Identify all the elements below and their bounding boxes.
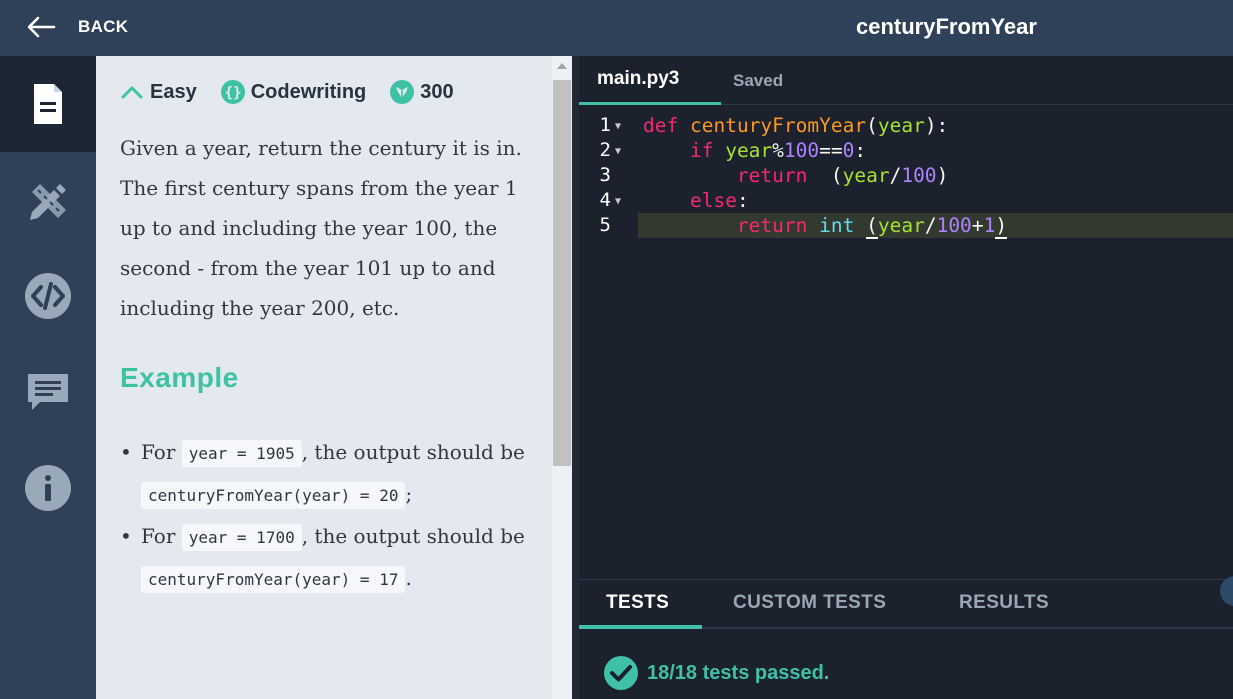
task-meta: Easy {} Codewriting 300 (120, 80, 454, 104)
panel-divider[interactable] (572, 56, 579, 699)
sidebar-item-code[interactable] (0, 248, 96, 344)
tab-results[interactable]: RESULTS (959, 592, 1049, 614)
tests-passed-suffix: tests passed. (702, 661, 830, 684)
line-gutter: 4 ▼ (579, 188, 635, 214)
difficulty-toggle[interactable]: Easy (120, 80, 197, 104)
chevron-up-icon (121, 86, 143, 99)
document-icon (34, 84, 62, 124)
code-area[interactable]: 1 ▼ def centuryFromYear(year): 2 ▼ if year… (579, 113, 1233, 239)
sidebar-item-info[interactable] (0, 440, 96, 536)
sidebar (0, 56, 96, 699)
sidebar-item-solutions[interactable] (0, 152, 96, 248)
tests-passed-count: 18/18 (647, 661, 698, 684)
example-prefix: For (141, 440, 176, 464)
back-button[interactable]: BACK (26, 12, 128, 42)
example-end: . (405, 566, 412, 590)
braces-icon: {} (220, 80, 245, 104)
pencil-ruler-icon (30, 184, 66, 220)
fold-arrow-icon[interactable]: ▼ (611, 139, 625, 164)
line-gutter: 2 ▼ (579, 138, 635, 164)
task-points: 300 (390, 80, 454, 104)
code-icon (25, 273, 71, 319)
example-input: year = 1700 (181, 524, 302, 551)
editor-tab-bar: main.py3 Saved (579, 56, 1233, 105)
task-description: Given a year, return the century it is i… (120, 136, 522, 320)
example-item: For year = 1905, the output should be ce… (120, 432, 540, 516)
code-line[interactable]: 2 ▼ if year%100==0: (579, 138, 1233, 163)
example-end: ; (405, 482, 413, 506)
example-input: year = 1905 (181, 440, 302, 467)
task-description-panel: Easy {} Codewriting 300 Given a year, re… (96, 56, 552, 699)
code-editor: main.py3 Saved 1 ▼ def centuryFromYear(ye… (579, 56, 1233, 579)
tab-tests[interactable]: TESTS (606, 592, 669, 614)
info-icon (25, 465, 71, 511)
task-type: {} Codewriting (220, 80, 367, 104)
tests-passed-text: 18/18 tests passed. (647, 662, 829, 685)
check-circle-icon (604, 656, 638, 690)
tests-tab-bar: TESTS CUSTOM TESTS RESULTS (579, 580, 1233, 629)
code-line[interactable]: 3 return (year/100) (579, 163, 1233, 188)
file-tab-main[interactable]: main.py3 (579, 56, 721, 105)
examples-list: For year = 1905, the output should be ce… (120, 432, 540, 600)
back-label: BACK (78, 17, 129, 36)
active-tab-indicator (579, 625, 702, 629)
top-bar: BACK centuryFromYear (0, 0, 1233, 56)
code-line[interactable]: 4 ▼ else: (579, 188, 1233, 213)
scroll-up-arrow-icon[interactable] (557, 63, 567, 69)
example-heading: Example (120, 362, 239, 393)
line-gutter: 1 ▼ (579, 113, 635, 139)
tab-custom-tests[interactable]: CUSTOM TESTS (733, 592, 886, 614)
sidebar-item-description[interactable] (0, 56, 96, 152)
points-icon (390, 80, 415, 104)
code-line[interactable]: 1 ▼ def centuryFromYear(year): (579, 113, 1233, 138)
test-result: 18/18 tests passed. (603, 655, 829, 691)
comment-icon (28, 374, 68, 410)
example-output: centuryFromYear(year) = 20 (141, 482, 406, 509)
task-title: centuryFromYear (856, 14, 1037, 39)
example-mid: , the output should be (301, 440, 525, 464)
scroll-thumb[interactable] (553, 80, 571, 466)
file-name: main.py3 (597, 68, 680, 89)
description-scrollbar[interactable] (552, 56, 572, 699)
svg-text:{}: {} (224, 85, 241, 101)
example-mid: , the output should be (301, 524, 525, 548)
code-line-active[interactable]: 5 return int (year/100+1) (579, 213, 1233, 239)
example-output: centuryFromYear(year) = 17 (141, 566, 406, 593)
fold-arrow-icon[interactable]: ▼ (611, 114, 625, 139)
line-gutter: 5 (599, 214, 611, 236)
difficulty-label: Easy (150, 80, 197, 103)
example-prefix: For (141, 524, 176, 548)
task-type-label: Codewriting (250, 80, 367, 103)
save-status: Saved (733, 71, 784, 90)
line-gutter: 3 (599, 164, 611, 186)
example-item: For year = 1700, the output should be ce… (120, 516, 540, 600)
tests-panel: TESTS CUSTOM TESTS RESULTS 18/18 tests p… (579, 576, 1233, 699)
arrow-left-icon (27, 16, 56, 38)
sidebar-item-comments[interactable] (0, 344, 96, 440)
fold-arrow-icon[interactable]: ▼ (611, 189, 625, 214)
points-label: 300 (420, 80, 454, 103)
